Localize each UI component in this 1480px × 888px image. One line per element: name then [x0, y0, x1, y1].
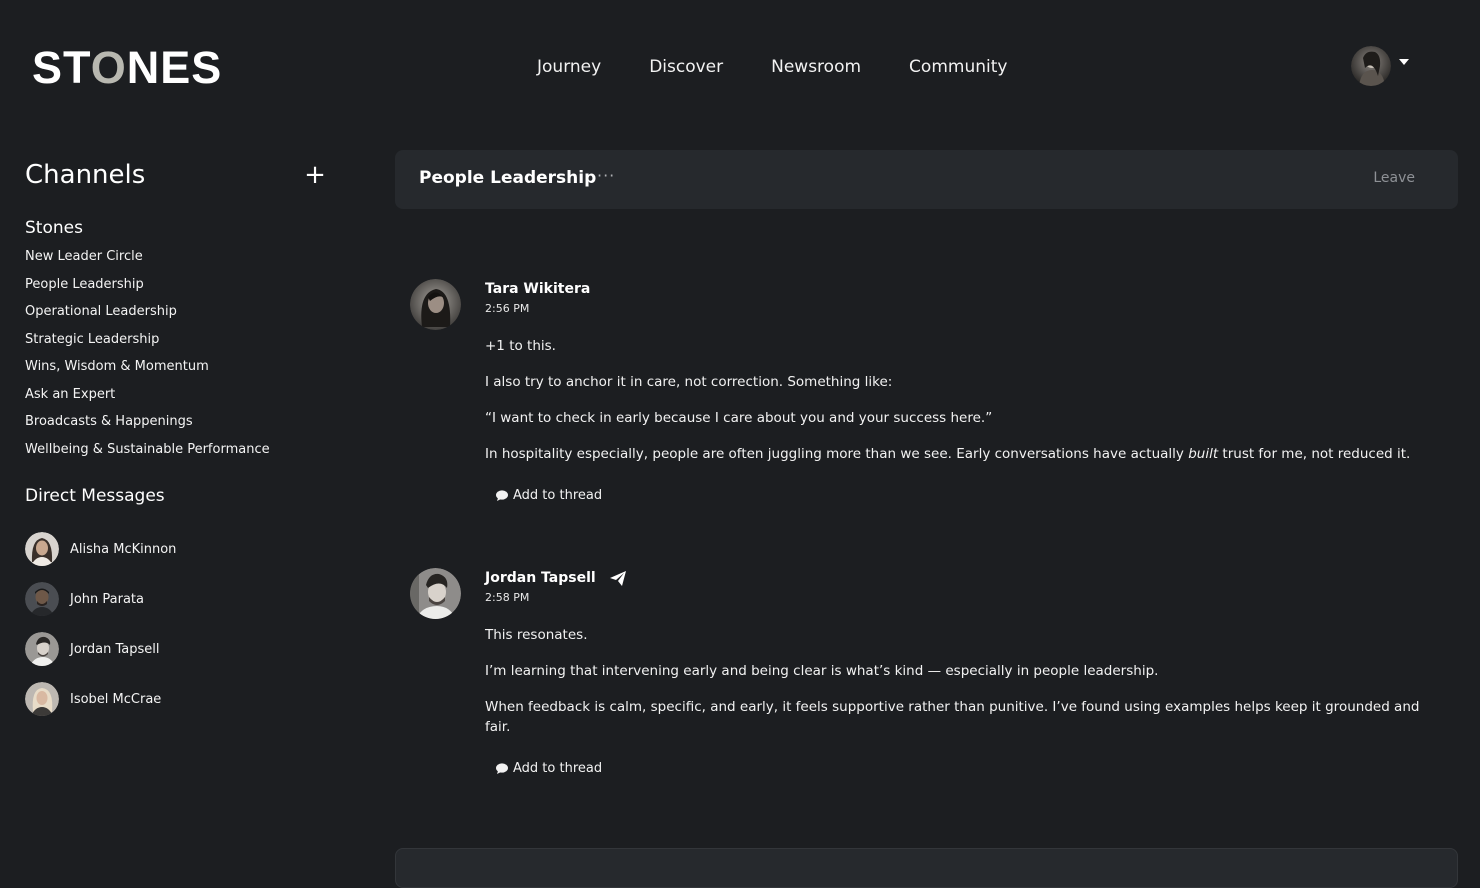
message-paragraph: +1 to this.: [485, 338, 556, 354]
avatar: [410, 279, 461, 330]
avatar: [25, 532, 59, 566]
dm-isobel-mccrae[interactable]: Isobel McCrae: [25, 674, 335, 724]
message-author[interactable]: Tara Wikitera: [485, 279, 1425, 299]
direct-messages-title: Direct Messages: [25, 486, 165, 506]
message-text: +1 to this. I also try to anchor it in c…: [485, 336, 1425, 464]
emphasis-text: built: [1188, 446, 1219, 462]
chevron-down-icon: [1399, 59, 1409, 65]
message-composer[interactable]: [395, 848, 1458, 888]
stones-logo[interactable]: STONES: [32, 44, 222, 92]
nav-community[interactable]: Community: [909, 56, 1007, 78]
message-text: This resonates. I’m learning that interv…: [485, 625, 1425, 737]
channel-broadcasts-happenings[interactable]: Broadcasts & Happenings: [25, 413, 335, 441]
paper-plane-icon: [609, 570, 626, 586]
channel-title: People Leadership: [419, 168, 597, 188]
more-options-icon[interactable]: ···: [597, 166, 615, 185]
add-to-thread-button[interactable]: Add to thread: [496, 488, 602, 503]
channel-wins-wisdom-momentum[interactable]: Wins, Wisdom & Momentum: [25, 358, 335, 386]
add-to-thread-label: Add to thread: [513, 761, 603, 776]
message-paragraph: This resonates.: [485, 627, 588, 643]
main-nav: Journey Discover Newsroom Community: [537, 56, 1007, 78]
nav-newsroom[interactable]: Newsroom: [771, 56, 861, 78]
channel-new-leader-circle[interactable]: New Leader Circle: [25, 248, 335, 276]
user-avatar: [1351, 46, 1391, 86]
add-to-thread-label: Add to thread: [513, 488, 603, 503]
dm-name: Jordan Tapsell: [70, 641, 160, 657]
text-segment: trust for me, not reduced it.: [1218, 446, 1411, 462]
logo-text-suffix: NES: [126, 42, 223, 93]
message-paragraph: I also try to anchor it in care, not cor…: [485, 374, 893, 390]
text-segment: In hospitality especially, people are of…: [485, 446, 1189, 462]
avatar: [410, 568, 461, 619]
message-body: Tara Wikitera 2:56 PM +1 to this. I also…: [485, 279, 1425, 505]
avatar: [25, 682, 59, 716]
message-body: Jordan Tapsell 2:58 PM This resonates. I…: [485, 568, 1425, 778]
dm-list: Alisha McKinnon John Parata Jordan Tapse…: [25, 524, 335, 724]
top-bar: STONES Journey Discover Newsroom Communi…: [0, 0, 1480, 130]
channel-ask-an-expert[interactable]: Ask an Expert: [25, 386, 335, 414]
comment-icon: [496, 763, 508, 774]
channel-wellbeing-performance[interactable]: Wellbeing & Sustainable Performance: [25, 441, 335, 469]
message-paragraph: “I want to check in early because I care…: [485, 410, 993, 426]
logo-text-prefix: ST: [32, 42, 91, 93]
channels-title: Channels: [25, 160, 146, 190]
profile-menu[interactable]: [1351, 46, 1409, 86]
dm-john-parata[interactable]: John Parata: [25, 574, 335, 624]
leave-channel-button[interactable]: Leave: [1373, 170, 1415, 186]
author-name: Tara Wikitera: [485, 281, 591, 297]
dm-name: Alisha McKinnon: [70, 541, 177, 557]
message-paragraph: In hospitality especially, people are of…: [485, 444, 1425, 464]
sidebar: Channels + Stones New Leader Circle Peop…: [25, 155, 335, 724]
logo-text-o: O: [90, 42, 127, 93]
channel-people-leadership[interactable]: People Leadership: [25, 276, 335, 304]
message-author[interactable]: Jordan Tapsell: [485, 568, 1425, 588]
channel-list: New Leader Circle People Leadership Oper…: [25, 248, 335, 468]
dm-jordan-tapsell[interactable]: Jordan Tapsell: [25, 624, 335, 674]
message-time: 2:56 PM: [485, 302, 530, 315]
channels-header: Channels +: [25, 155, 335, 195]
add-channel-icon[interactable]: +: [300, 160, 330, 190]
dm-alisha-mckinnon[interactable]: Alisha McKinnon: [25, 524, 335, 574]
add-to-thread-button[interactable]: Add to thread: [496, 761, 602, 776]
message-paragraph: I’m learning that intervening early and …: [485, 663, 1159, 679]
dm-name: Isobel McCrae: [70, 691, 162, 707]
comment-icon: [496, 490, 508, 501]
nav-discover[interactable]: Discover: [649, 56, 723, 78]
stones-section-title: Stones: [25, 218, 83, 238]
channel-operational-leadership[interactable]: Operational Leadership: [25, 303, 335, 331]
message-paragraph: When feedback is calm, specific, and ear…: [485, 699, 1420, 735]
channel-strategic-leadership[interactable]: Strategic Leadership: [25, 331, 335, 359]
channel-header: People Leadership ··· Leave: [395, 150, 1458, 209]
nav-journey[interactable]: Journey: [537, 56, 601, 78]
avatar: [25, 632, 59, 666]
message-time: 2:58 PM: [485, 591, 530, 604]
dm-name: John Parata: [70, 591, 144, 607]
author-name: Jordan Tapsell: [485, 570, 596, 586]
avatar: [25, 582, 59, 616]
